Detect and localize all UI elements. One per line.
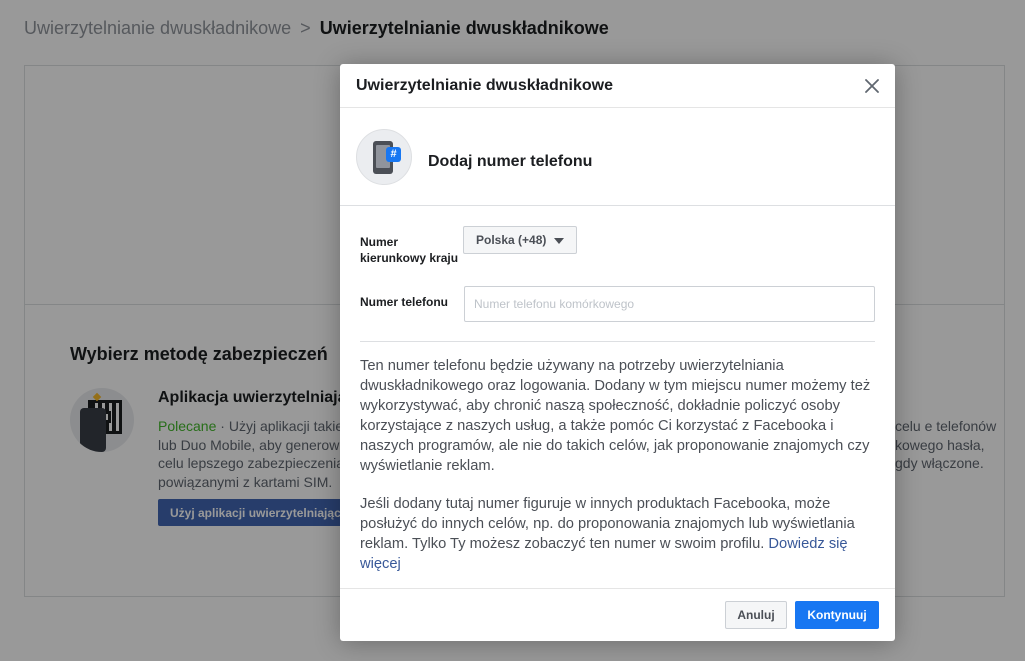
phone-hash-icon: #: [356, 129, 412, 185]
info-paragraph-1: Ten numer telefonu będzie używany na pot…: [360, 358, 871, 474]
form-divider: [360, 341, 875, 342]
dialog-footer: Anuluj Kontynuuj: [340, 588, 895, 641]
info-paragraph-2: Jeśli dodany tutaj numer figuruje w inny…: [360, 494, 880, 574]
continue-button[interactable]: Kontynuuj: [795, 601, 879, 629]
phone-usage-info: Ten numer telefonu będzie używany na pot…: [360, 356, 880, 592]
add-phone-title: Dodaj numer telefonu: [428, 153, 593, 170]
country-code-select[interactable]: Polska (+48): [463, 226, 577, 254]
close-icon[interactable]: [861, 75, 883, 97]
hash-badge: #: [386, 147, 401, 162]
phone-number-input[interactable]: [464, 286, 875, 322]
close-icon-glyph: [865, 79, 879, 93]
dialog-title: Uwierzytelnianie dwuskładnikowe: [356, 77, 613, 94]
add-phone-dialog: Uwierzytelnianie dwuskładnikowe # Dodaj …: [340, 64, 895, 641]
dialog-header: Uwierzytelnianie dwuskładnikowe: [340, 64, 895, 108]
country-code-value: Polska (+48): [476, 233, 547, 247]
phone-number-label: Numer telefonu: [360, 295, 449, 309]
dialog-hero: # Dodaj numer telefonu: [340, 108, 895, 206]
country-code-label: Numer kierunkowy kraju: [360, 235, 459, 265]
cancel-button[interactable]: Anuluj: [725, 601, 787, 629]
caret-down-icon: [554, 238, 564, 244]
